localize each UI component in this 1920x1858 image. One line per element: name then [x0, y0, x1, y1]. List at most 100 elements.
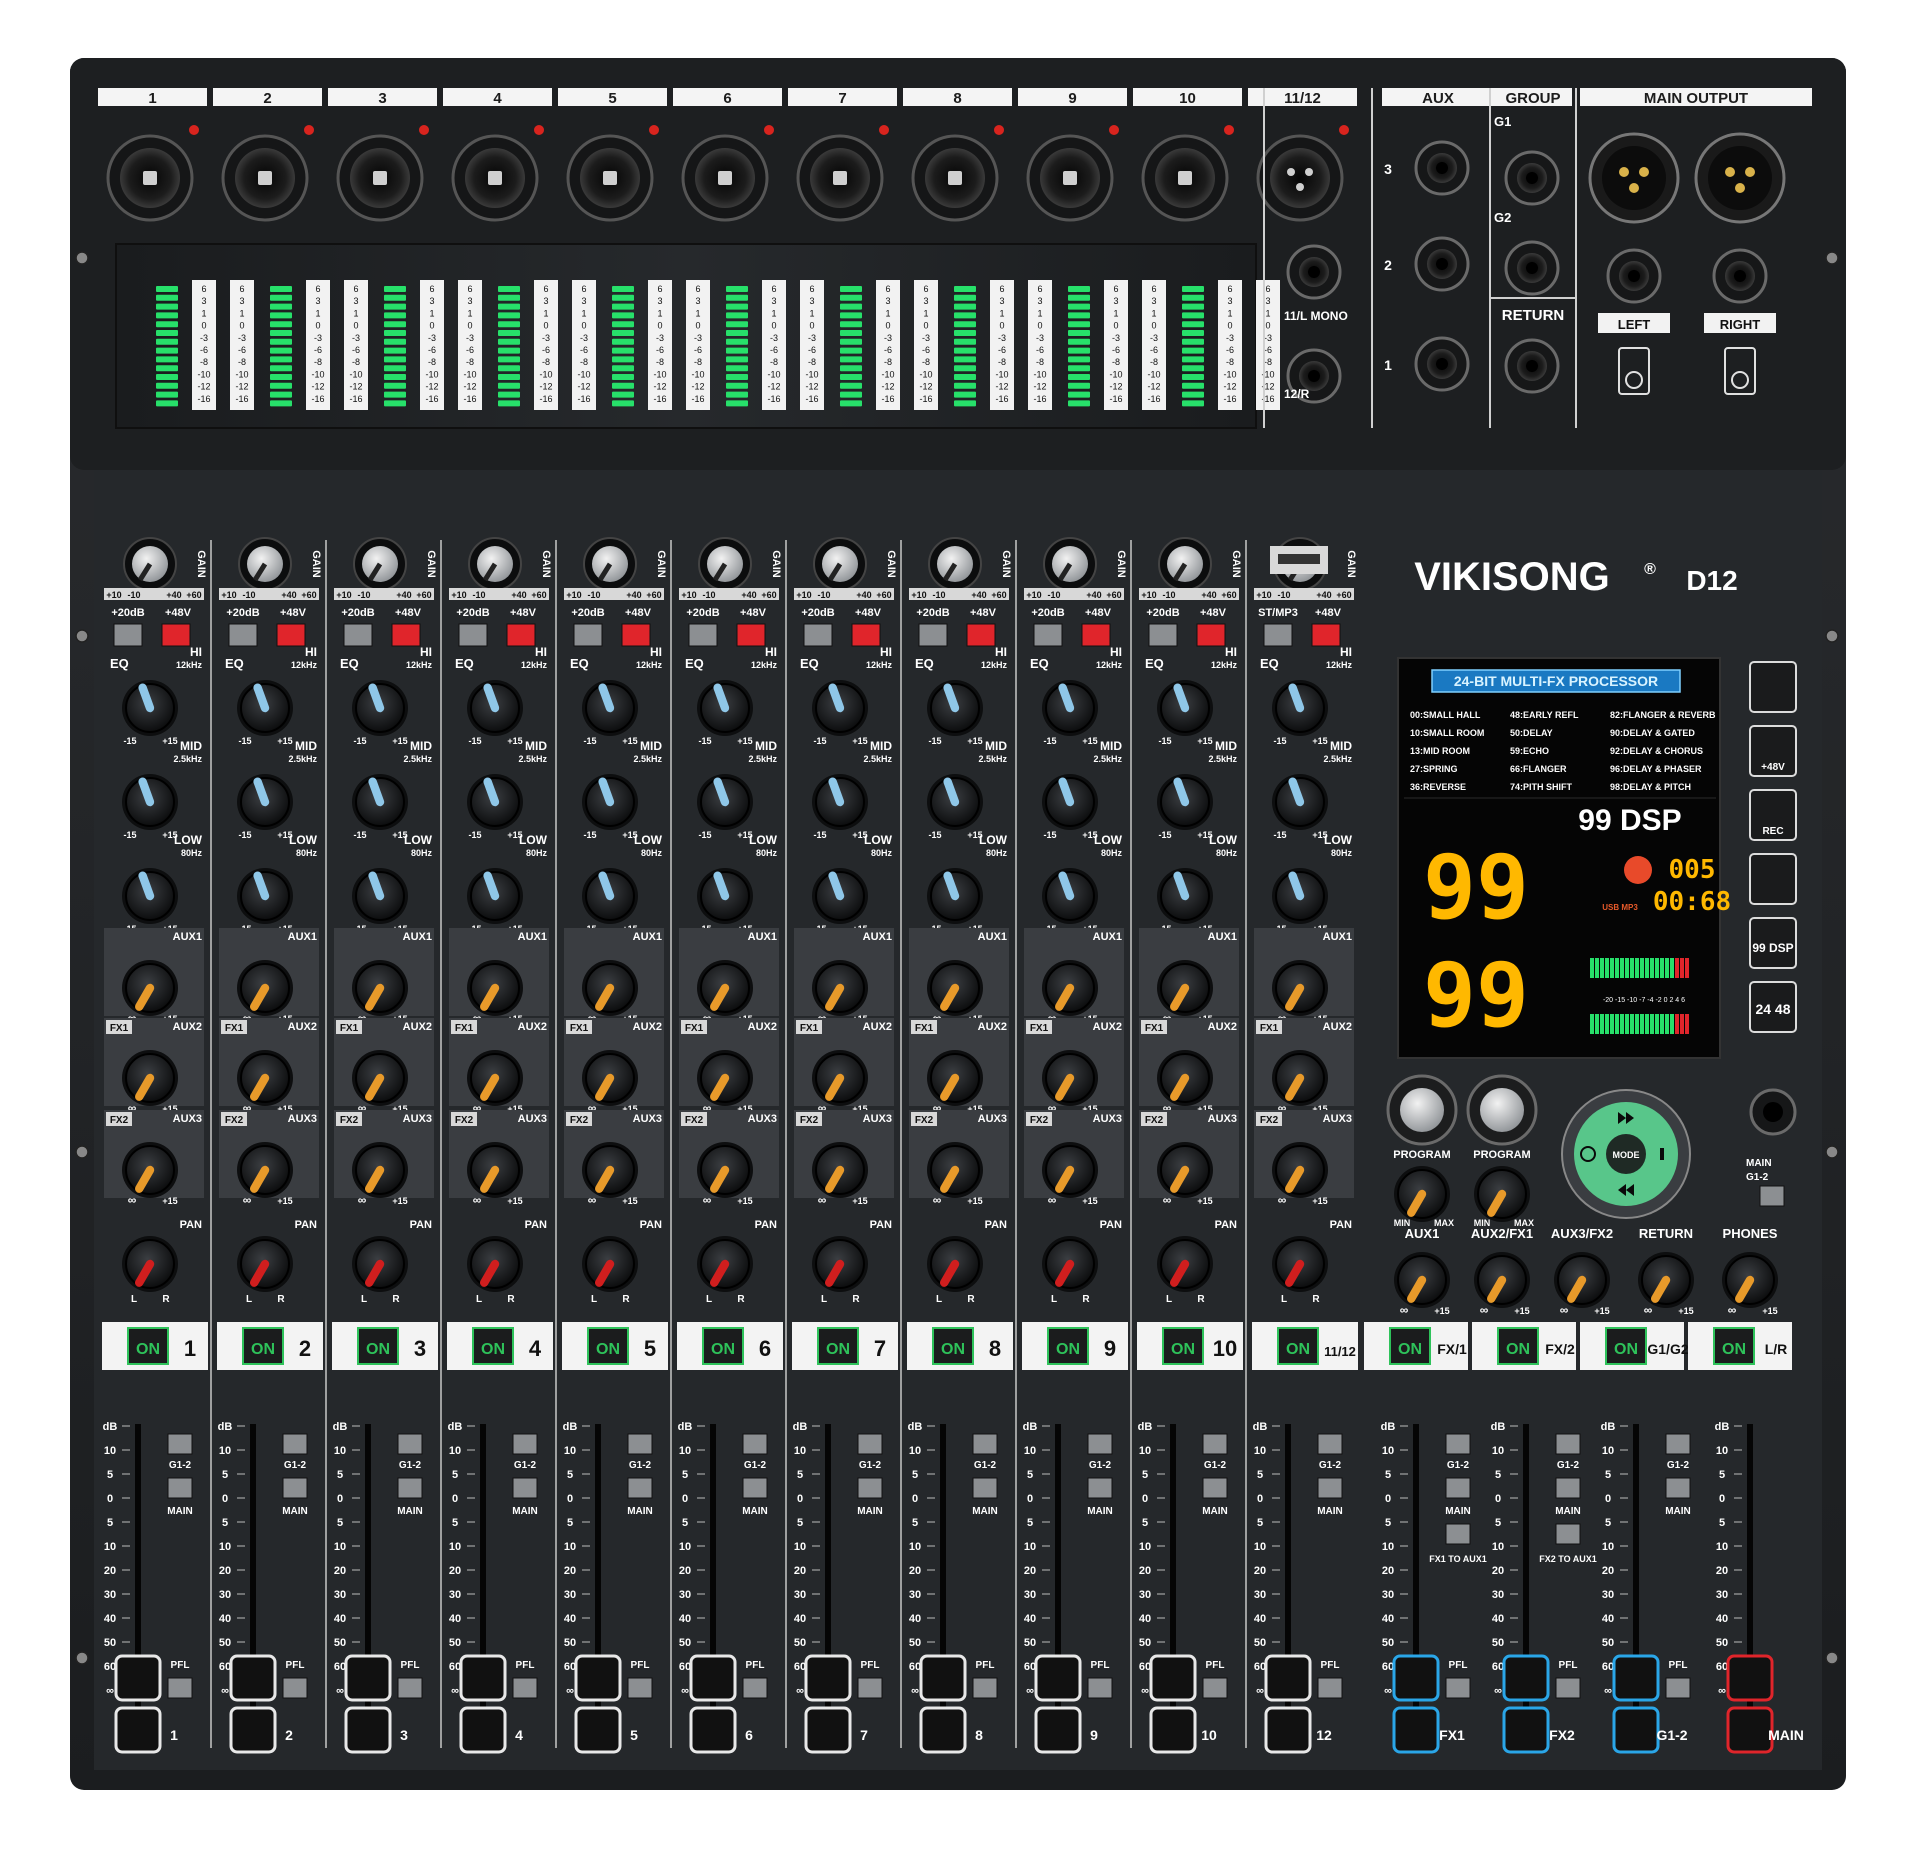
main-assign-switch[interactable]: [167, 1477, 193, 1499]
phantom-switch[interactable]: [276, 623, 306, 647]
main-assign-switch[interactable]: [1665, 1477, 1691, 1499]
eq-mid-knob[interactable]: [1157, 774, 1213, 830]
g12-assign-switch[interactable]: [1202, 1433, 1228, 1455]
eq-hi-knob[interactable]: [1042, 680, 1098, 736]
send-aux3-knob[interactable]: [467, 1142, 523, 1198]
g12-assign-switch[interactable]: [282, 1433, 308, 1455]
pad-switch[interactable]: [343, 623, 373, 647]
pfl-switch[interactable]: [742, 1677, 768, 1699]
phantom-switch[interactable]: [966, 623, 996, 647]
phantom-switch[interactable]: [736, 623, 766, 647]
send-aux1-knob[interactable]: [237, 960, 293, 1016]
master-aux3fx2-knob[interactable]: [1554, 1252, 1610, 1308]
eq-low-knob[interactable]: [352, 868, 408, 924]
fader-cap[interactable]: [1034, 1654, 1082, 1702]
eq-mid-knob[interactable]: [237, 774, 293, 830]
send-aux2-knob[interactable]: [467, 1050, 523, 1106]
master-aux2fx1-knob[interactable]: [1474, 1252, 1530, 1308]
fader-cap-lower[interactable]: [1034, 1706, 1082, 1754]
pfl-switch[interactable]: [1445, 1677, 1471, 1699]
main-assign-switch[interactable]: [397, 1477, 423, 1499]
phantom-switch[interactable]: [621, 623, 651, 647]
eq-low-knob[interactable]: [122, 868, 178, 924]
main-assign-switch[interactable]: [1202, 1477, 1228, 1499]
fx-to-aux-switch[interactable]: [1555, 1523, 1581, 1545]
fader-cap-lower[interactable]: [1392, 1706, 1440, 1754]
send-aux1-knob[interactable]: [582, 960, 638, 1016]
fader-cap[interactable]: [229, 1654, 277, 1702]
fader-cap-lower[interactable]: [919, 1706, 967, 1754]
send-aux3-knob[interactable]: [1042, 1142, 1098, 1198]
pfl-switch[interactable]: [167, 1677, 193, 1699]
send-aux3-knob[interactable]: [697, 1142, 753, 1198]
fader-cap-lower[interactable]: [574, 1706, 622, 1754]
pad-switch[interactable]: [1148, 623, 1178, 647]
fader-cap[interactable]: [1726, 1654, 1774, 1702]
main-assign-switch[interactable]: [1555, 1477, 1581, 1499]
send-aux1-knob[interactable]: [1042, 960, 1098, 1016]
eq-mid-knob[interactable]: [1042, 774, 1098, 830]
send-aux3-knob[interactable]: [1157, 1142, 1213, 1198]
eq-hi-knob[interactable]: [1272, 680, 1328, 736]
send-aux3-knob[interactable]: [812, 1142, 868, 1198]
send-aux2-knob[interactable]: [1272, 1050, 1328, 1106]
fader-cap[interactable]: [1264, 1654, 1312, 1702]
pad-switch[interactable]: [573, 623, 603, 647]
pan-knob[interactable]: [927, 1236, 983, 1292]
g12-assign-switch[interactable]: [972, 1433, 998, 1455]
g12-assign-switch[interactable]: [627, 1433, 653, 1455]
g12-assign-switch[interactable]: [1317, 1433, 1343, 1455]
main-assign-switch[interactable]: [627, 1477, 653, 1499]
send-aux1-knob[interactable]: [927, 960, 983, 1016]
g12-assign-switch[interactable]: [742, 1433, 768, 1455]
eq-mid-knob[interactable]: [122, 774, 178, 830]
send-aux2-knob[interactable]: [122, 1050, 178, 1106]
eq-low-knob[interactable]: [1042, 868, 1098, 924]
pfl-switch[interactable]: [512, 1677, 538, 1699]
pfl-switch[interactable]: [972, 1677, 998, 1699]
eq-low-knob[interactable]: [582, 868, 638, 924]
send-aux3-knob[interactable]: [582, 1142, 638, 1198]
fader-cap-lower[interactable]: [344, 1706, 392, 1754]
pad-switch[interactable]: [1263, 623, 1293, 647]
eq-mid-knob[interactable]: [812, 774, 868, 830]
send-aux2-knob[interactable]: [1042, 1050, 1098, 1106]
pfl-switch[interactable]: [857, 1677, 883, 1699]
g12-assign-switch[interactable]: [1665, 1433, 1691, 1455]
eq-low-knob[interactable]: [237, 868, 293, 924]
pan-knob[interactable]: [582, 1236, 638, 1292]
fader-cap[interactable]: [114, 1654, 162, 1702]
pan-knob[interactable]: [352, 1236, 408, 1292]
pan-knob[interactable]: [812, 1236, 868, 1292]
eq-hi-knob[interactable]: [697, 680, 753, 736]
phantom-switch[interactable]: [161, 623, 191, 647]
fader-cap-lower[interactable]: [1612, 1706, 1660, 1754]
send-aux1-knob[interactable]: [122, 960, 178, 1016]
phantom-switch[interactable]: [506, 623, 536, 647]
main-assign-switch[interactable]: [1445, 1477, 1471, 1499]
send-aux1-knob[interactable]: [697, 960, 753, 1016]
fader-cap[interactable]: [344, 1654, 392, 1702]
eq-mid-knob[interactable]: [582, 774, 638, 830]
send-aux1-knob[interactable]: [1272, 960, 1328, 1016]
eq-hi-knob[interactable]: [122, 680, 178, 736]
send-aux2-knob[interactable]: [812, 1050, 868, 1106]
master-phones-knob[interactable]: [1722, 1252, 1778, 1308]
pad-switch[interactable]: [803, 623, 833, 647]
program-level-knob-2[interactable]: [1474, 1166, 1530, 1222]
eq-hi-knob[interactable]: [237, 680, 293, 736]
g12-assign-switch[interactable]: [1087, 1433, 1113, 1455]
g12-assign-switch[interactable]: [857, 1433, 883, 1455]
eq-mid-knob[interactable]: [352, 774, 408, 830]
pad-switch[interactable]: [458, 623, 488, 647]
send-aux2-knob[interactable]: [352, 1050, 408, 1106]
pan-knob[interactable]: [122, 1236, 178, 1292]
eq-mid-knob[interactable]: [927, 774, 983, 830]
pad-switch[interactable]: [918, 623, 948, 647]
pan-knob[interactable]: [237, 1236, 293, 1292]
pan-knob[interactable]: [467, 1236, 523, 1292]
pad-switch[interactable]: [1033, 623, 1063, 647]
fader-cap[interactable]: [1502, 1654, 1550, 1702]
send-aux3-knob[interactable]: [352, 1142, 408, 1198]
pfl-switch[interactable]: [1087, 1677, 1113, 1699]
